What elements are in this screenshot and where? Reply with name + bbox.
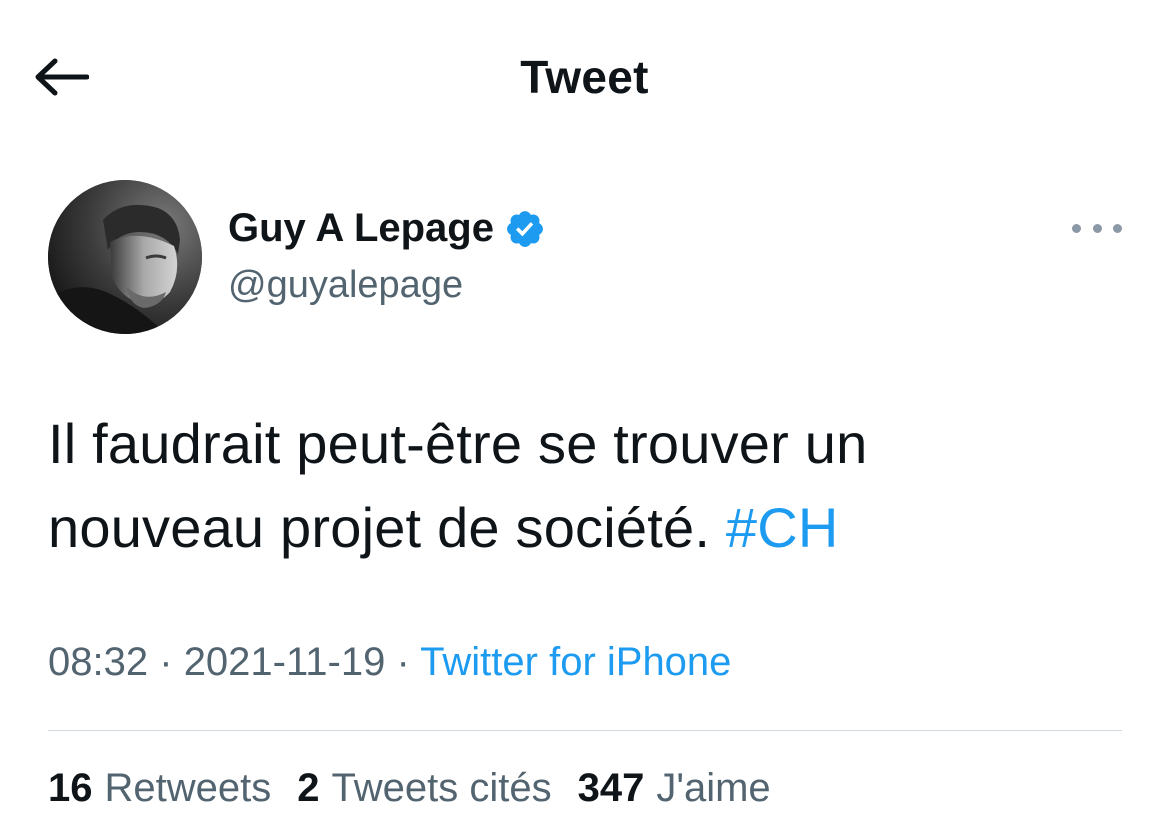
- name-row: Guy A Lepage: [228, 206, 546, 251]
- display-name[interactable]: Guy A Lepage: [228, 206, 494, 251]
- retweets-label: Retweets: [104, 766, 272, 810]
- tweet-text-line2: nouveau projet de société.: [48, 496, 711, 559]
- more-dot: [1113, 223, 1122, 233]
- likes-count: 347: [577, 766, 645, 810]
- quote-tweets-stat[interactable]: 2 Tweets cités: [297, 766, 551, 811]
- user-handle[interactable]: @guyalepage: [228, 264, 463, 307]
- tweet-meta: 08:32 · 2021-11-19 · Twitter for iPhone: [48, 640, 731, 685]
- retweets-count: 16: [48, 766, 93, 810]
- more-options-button[interactable]: [1072, 216, 1122, 240]
- tweet-date[interactable]: 2021-11-19: [184, 640, 386, 684]
- divider: [48, 730, 1122, 731]
- more-dot: [1092, 223, 1102, 233]
- tweet-text: Il faudrait peut-être se trouver un nouv…: [48, 402, 1128, 570]
- avatar-photo: [48, 180, 202, 334]
- tweet-stats: 16 Retweets 2 Tweets cités 347 J'aime: [48, 766, 797, 811]
- top-bar: Tweet: [0, 0, 1169, 150]
- tweet-source-link[interactable]: Twitter for iPhone: [420, 640, 731, 684]
- likes-label: J'aime: [656, 766, 771, 810]
- meta-separator: ·: [396, 640, 410, 684]
- quotes-label: Tweets cités: [331, 766, 552, 810]
- verified-badge-icon: [507, 210, 543, 247]
- tweet-detail-screen: Tweet Guy A Lepage @guyalepage Il faudra…: [0, 0, 1169, 837]
- page-title: Tweet: [520, 51, 649, 103]
- tweet-author: Guy A Lepage @guyalepage: [48, 180, 1128, 334]
- retweets-stat[interactable]: 16 Retweets: [48, 766, 271, 811]
- likes-stat[interactable]: 347 J'aime: [578, 766, 771, 811]
- tweet-time[interactable]: 08:32: [48, 640, 148, 684]
- quotes-count: 2: [297, 766, 320, 810]
- tweet-text-line1: Il faudrait peut-être se trouver un: [48, 412, 868, 475]
- meta-separator: ·: [159, 640, 173, 684]
- more-horizontal-icon: [1072, 223, 1081, 233]
- hashtag-link[interactable]: #CH: [726, 496, 839, 559]
- avatar[interactable]: [48, 180, 202, 334]
